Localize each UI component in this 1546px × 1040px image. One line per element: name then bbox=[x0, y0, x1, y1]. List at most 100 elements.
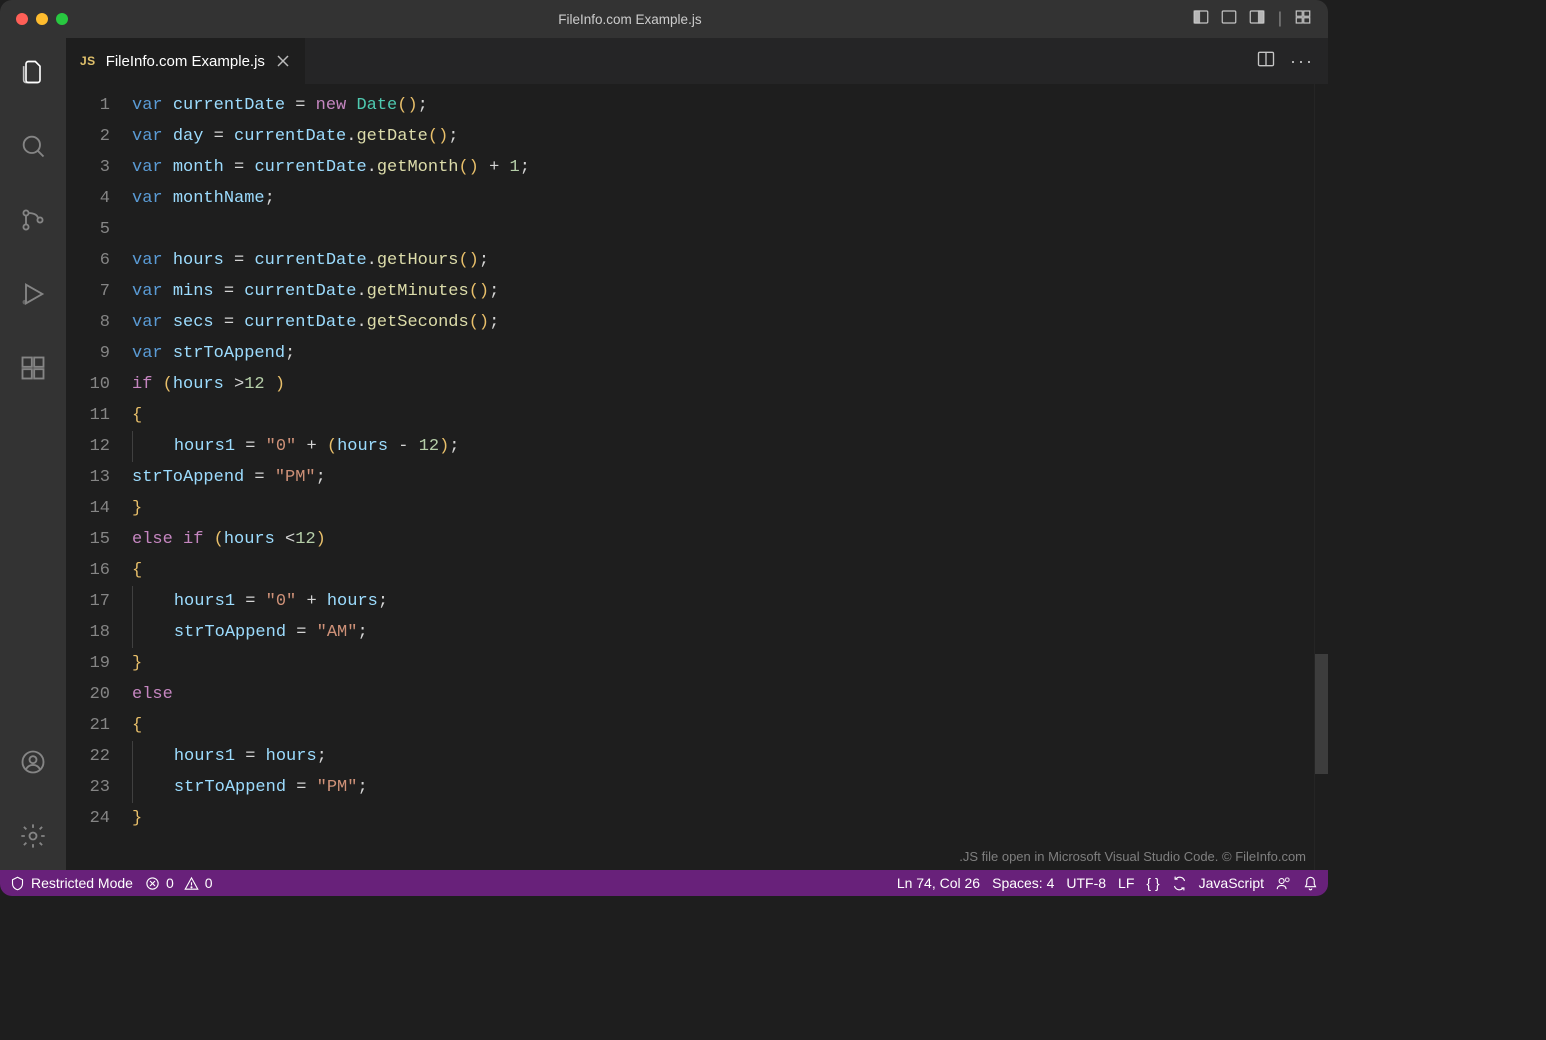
line-number: 9 bbox=[66, 338, 110, 369]
status-problems[interactable]: 0 0 bbox=[145, 875, 213, 891]
code-line[interactable]: var hours = currentDate.getHours(); bbox=[132, 245, 1328, 276]
activitybar-source-control[interactable] bbox=[9, 196, 57, 244]
line-number: 3 bbox=[66, 152, 110, 183]
code-line[interactable]: hours1 = "0" + (hours - 12); bbox=[132, 431, 1328, 462]
code-line[interactable]: var monthName; bbox=[132, 183, 1328, 214]
line-number: 2 bbox=[66, 121, 110, 152]
line-number: 10 bbox=[66, 369, 110, 400]
line-number: 6 bbox=[66, 245, 110, 276]
split-editor-icon[interactable] bbox=[1256, 49, 1276, 74]
code-line[interactable]: strToAppend = "PM"; bbox=[132, 462, 1328, 493]
minimap-slider[interactable] bbox=[1315, 654, 1328, 774]
line-number: 15 bbox=[66, 524, 110, 555]
activitybar-extensions[interactable] bbox=[9, 344, 57, 392]
code-line[interactable]: var mins = currentDate.getMinutes(); bbox=[132, 276, 1328, 307]
editor-tabs: JS FileInfo.com Example.js ··· bbox=[66, 38, 1328, 84]
status-restricted-label: Restricted Mode bbox=[31, 875, 133, 891]
titlebar-layout-controls: | bbox=[1192, 8, 1312, 31]
line-number: 20 bbox=[66, 679, 110, 710]
status-errors-count: 0 bbox=[166, 875, 174, 891]
status-feedback-icon[interactable] bbox=[1276, 876, 1291, 891]
line-number: 8 bbox=[66, 307, 110, 338]
status-bar: Restricted Mode 0 0 Ln 74, Col 26 Spaces… bbox=[0, 870, 1328, 896]
activitybar-explorer[interactable] bbox=[9, 48, 57, 96]
braces-icon: { } bbox=[1146, 875, 1159, 891]
line-number: 23 bbox=[66, 772, 110, 803]
code-line[interactable]: { bbox=[132, 400, 1328, 431]
status-braces-icon[interactable]: { } bbox=[1146, 875, 1159, 891]
line-number: 12 bbox=[66, 431, 110, 462]
line-number: 5 bbox=[66, 214, 110, 245]
code-line[interactable]: var day = currentDate.getDate(); bbox=[132, 121, 1328, 152]
code-line[interactable]: var strToAppend; bbox=[132, 338, 1328, 369]
tab-filename: FileInfo.com Example.js bbox=[106, 53, 265, 70]
code-line[interactable]: else if (hours <12) bbox=[132, 524, 1328, 555]
title-bar: FileInfo.com Example.js | bbox=[0, 0, 1328, 38]
editor-more-actions-icon[interactable]: ··· bbox=[1290, 51, 1314, 72]
toggle-panel-icon[interactable] bbox=[1220, 8, 1238, 31]
status-restricted-mode[interactable]: Restricted Mode bbox=[10, 875, 133, 891]
code-line[interactable]: { bbox=[132, 555, 1328, 586]
tab-close-icon[interactable] bbox=[275, 53, 291, 69]
line-number: 16 bbox=[66, 555, 110, 586]
code-line[interactable] bbox=[132, 214, 1328, 245]
status-sync-icon[interactable] bbox=[1172, 876, 1187, 891]
code-line[interactable]: strToAppend = "AM"; bbox=[132, 617, 1328, 648]
line-number: 4 bbox=[66, 183, 110, 214]
customize-layout-icon[interactable] bbox=[1294, 8, 1312, 31]
window-maximize-button[interactable] bbox=[56, 13, 68, 25]
status-notifications-icon[interactable] bbox=[1303, 876, 1318, 891]
status-cursor-label: Ln 74, Col 26 bbox=[897, 875, 980, 891]
line-number: 21 bbox=[66, 710, 110, 741]
code-line[interactable]: { bbox=[132, 710, 1328, 741]
code-line[interactable]: else bbox=[132, 679, 1328, 710]
code-line[interactable]: hours1 = hours; bbox=[132, 741, 1328, 772]
code-line[interactable]: } bbox=[132, 803, 1328, 834]
status-encoding[interactable]: UTF-8 bbox=[1066, 875, 1106, 891]
line-number: 14 bbox=[66, 493, 110, 524]
line-number: 1 bbox=[66, 90, 110, 121]
status-spaces-label: Spaces: 4 bbox=[992, 875, 1054, 891]
line-number: 17 bbox=[66, 586, 110, 617]
code-content[interactable]: var currentDate = new Date();var day = c… bbox=[132, 90, 1328, 870]
warning-icon bbox=[184, 876, 199, 891]
status-language-label: JavaScript bbox=[1199, 875, 1264, 891]
activitybar-accounts[interactable] bbox=[9, 738, 57, 786]
status-eol[interactable]: LF bbox=[1118, 875, 1134, 891]
code-line[interactable]: var secs = currentDate.getSeconds(); bbox=[132, 307, 1328, 338]
titlebar-separator: | bbox=[1278, 10, 1282, 28]
line-number: 22 bbox=[66, 741, 110, 772]
line-number: 13 bbox=[66, 462, 110, 493]
error-icon bbox=[145, 876, 160, 891]
code-line[interactable]: var month = currentDate.getMonth() + 1; bbox=[132, 152, 1328, 183]
code-line[interactable]: } bbox=[132, 493, 1328, 524]
status-language-mode[interactable]: JavaScript bbox=[1199, 875, 1264, 891]
code-editor[interactable]: 123456789101112131415161718192021222324 … bbox=[66, 84, 1328, 870]
window-close-button[interactable] bbox=[16, 13, 28, 25]
code-line[interactable]: var currentDate = new Date(); bbox=[132, 90, 1328, 121]
code-line[interactable]: hours1 = "0" + hours; bbox=[132, 586, 1328, 617]
window-title: FileInfo.com Example.js bbox=[68, 12, 1192, 27]
code-line[interactable]: strToAppend = "PM"; bbox=[132, 772, 1328, 803]
toggle-secondary-sidebar-icon[interactable] bbox=[1248, 8, 1266, 31]
status-warnings-count: 0 bbox=[205, 875, 213, 891]
status-cursor-position[interactable]: Ln 74, Col 26 bbox=[897, 875, 980, 891]
activitybar-search[interactable] bbox=[9, 122, 57, 170]
status-eol-label: LF bbox=[1118, 875, 1134, 891]
line-number: 11 bbox=[66, 400, 110, 431]
activitybar-settings[interactable] bbox=[9, 812, 57, 860]
editor-group: JS FileInfo.com Example.js ··· 12 bbox=[66, 38, 1328, 870]
minimap[interactable] bbox=[1314, 84, 1328, 870]
code-line[interactable]: if (hours >12 ) bbox=[132, 369, 1328, 400]
activity-bar bbox=[0, 38, 66, 870]
window-minimize-button[interactable] bbox=[36, 13, 48, 25]
code-line[interactable]: } bbox=[132, 648, 1328, 679]
traffic-lights bbox=[16, 13, 68, 25]
editor-tab[interactable]: JS FileInfo.com Example.js bbox=[66, 38, 306, 84]
activitybar-run-debug[interactable] bbox=[9, 270, 57, 318]
toggle-primary-sidebar-icon[interactable] bbox=[1192, 8, 1210, 31]
line-number-gutter: 123456789101112131415161718192021222324 bbox=[66, 90, 132, 870]
line-number: 24 bbox=[66, 803, 110, 834]
status-indentation[interactable]: Spaces: 4 bbox=[992, 875, 1054, 891]
line-number: 19 bbox=[66, 648, 110, 679]
